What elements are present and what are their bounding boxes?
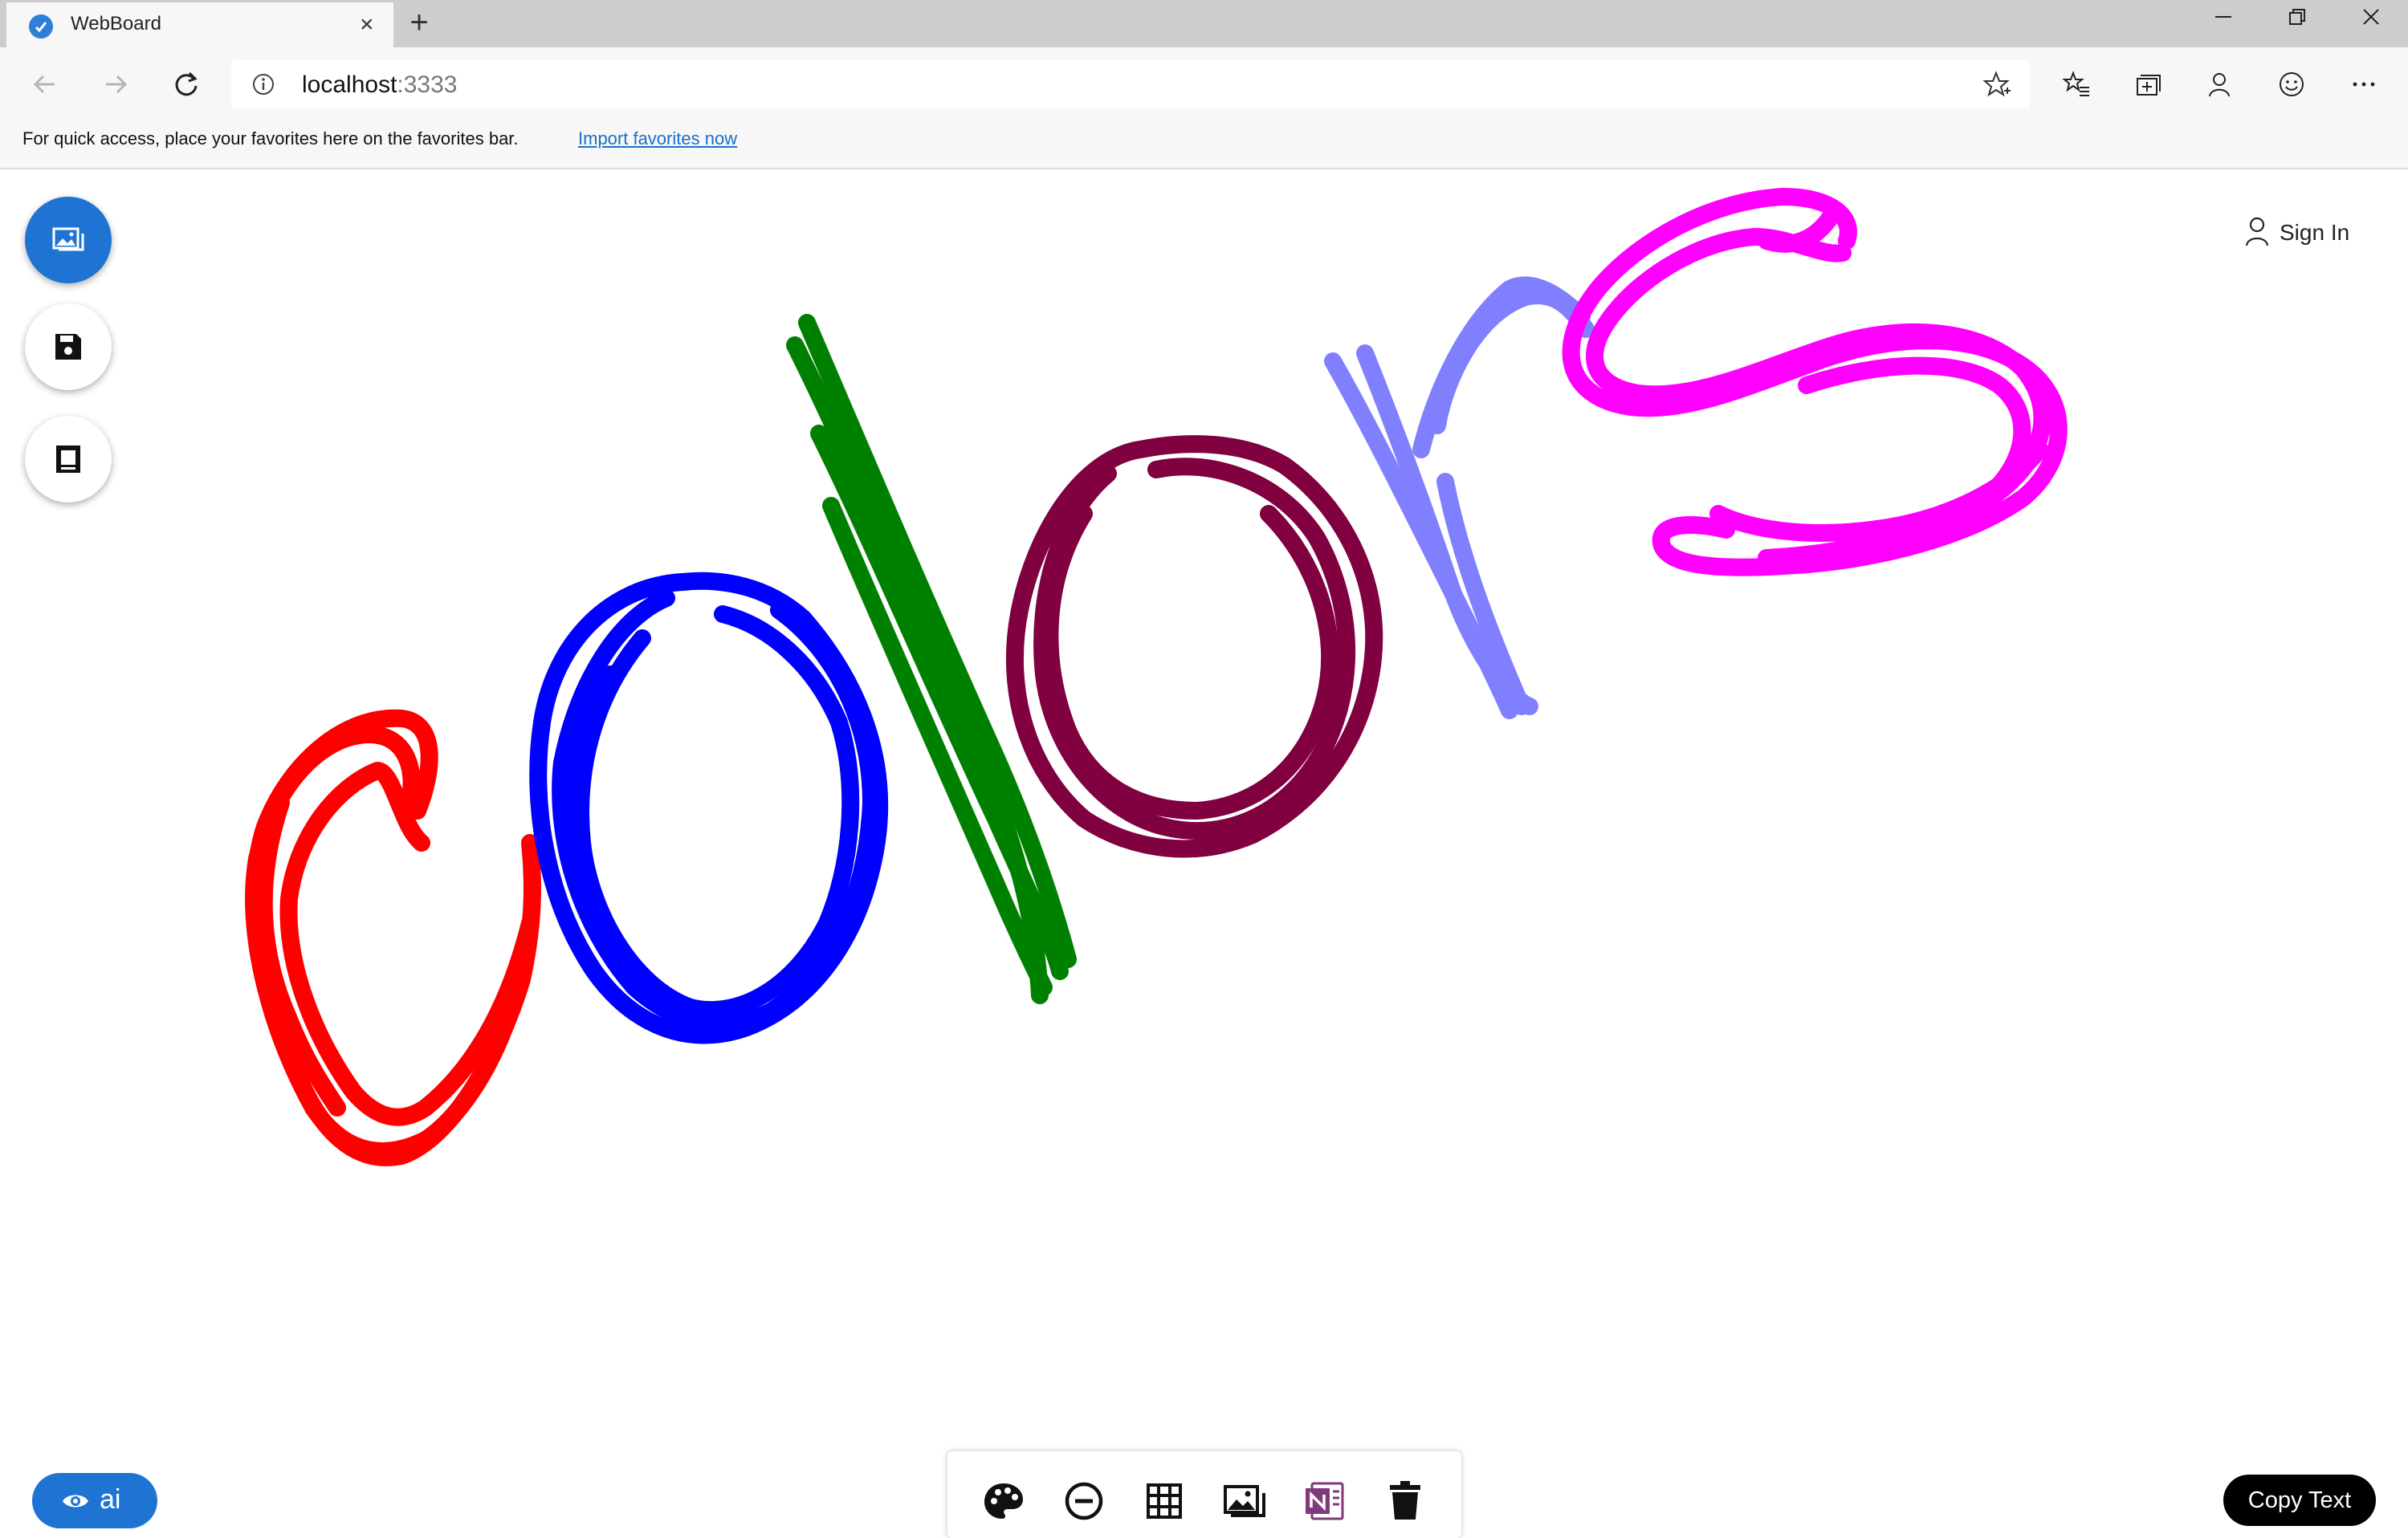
collections-button[interactable] [2125,62,2170,107]
eraser-button[interactable] [1060,1477,1108,1525]
grid-icon [1147,1483,1182,1519]
notebook-icon [56,446,80,473]
refresh-button[interactable] [164,62,209,107]
minimize-button[interactable] [2186,0,2259,35]
copy-text-button[interactable]: Copy Text [2223,1475,2376,1526]
ai-label: ai [100,1484,121,1515]
favorites-button[interactable] [2054,62,2099,107]
webboard-favicon-icon [29,14,53,39]
sign-in-label: Sign In [2280,220,2350,245]
onenote-icon [1306,1482,1344,1520]
ink-stroke-c-red [245,709,541,1166]
image-icon [1224,1485,1265,1517]
onenote-button[interactable] [1301,1477,1349,1525]
favorites-bar: For quick access, place your favorites h… [0,123,2408,169]
gallery-icon [52,227,84,251]
ink-drawing [245,188,2068,1166]
back-arrow-icon [33,75,55,94]
ink-stroke-o-maroon [1005,435,1383,858]
trash-icon [1390,1481,1420,1520]
eraser-icon [1065,1482,1103,1520]
whiteboard-canvas[interactable]: Sign In ai Copy Text [0,170,2408,1538]
back-button[interactable] [22,62,67,107]
import-favorites-link[interactable]: Import favorites now [578,128,737,149]
favorites-bar-message: For quick access, place your favorites h… [22,128,519,149]
url-text: localhost:3333 [302,71,457,99]
close-window-button[interactable] [2333,0,2407,35]
user-icon [2245,217,2269,246]
color-palette-button[interactable] [980,1477,1028,1525]
url-host: localhost [302,71,397,98]
tab-title: WebBoard [71,13,161,35]
more-dots-icon [2353,82,2375,87]
gallery-button[interactable] [25,197,112,283]
tab-close-button[interactable]: × [360,10,374,39]
smiley-feedback-icon [2280,72,2304,96]
forward-arrow-icon [106,75,128,94]
add-favorite-star-icon[interactable] [1982,70,2011,99]
site-info-icon[interactable] [251,71,276,97]
restore-button[interactable] [2259,0,2333,35]
forward-button[interactable] [93,62,138,107]
favorites-list-icon [2062,71,2089,96]
refresh-icon [175,71,198,96]
url-port: :3333 [397,71,458,98]
feedback-button[interactable] [2269,62,2314,107]
collections-icon [2137,75,2161,96]
new-tab-button[interactable]: + [401,6,437,42]
browser-tab-strip: WebBoard × + [0,0,2408,47]
palette-icon [984,1483,1023,1519]
save-icon [55,334,81,360]
browser-tab[interactable]: WebBoard × [6,2,393,47]
notebook-button[interactable] [25,416,112,502]
ink-stroke-o-blue [529,572,889,1044]
settings-more-button[interactable] [2341,62,2386,107]
bottom-toolbar [947,1451,1461,1538]
ai-toggle-button[interactable]: ai [32,1473,157,1528]
profile-button[interactable] [2197,62,2242,107]
browser-toolbar: localhost:3333 [0,47,2408,123]
save-button[interactable] [25,303,112,390]
profile-icon [2209,73,2230,97]
eye-icon [63,1495,88,1507]
ink-stroke-s-magenta [1562,188,2068,576]
address-bar[interactable]: localhost:3333 [231,60,2030,108]
grid-button[interactable] [1140,1477,1188,1525]
clear-board-button[interactable] [1381,1477,1429,1525]
insert-image-button[interactable] [1220,1477,1269,1525]
